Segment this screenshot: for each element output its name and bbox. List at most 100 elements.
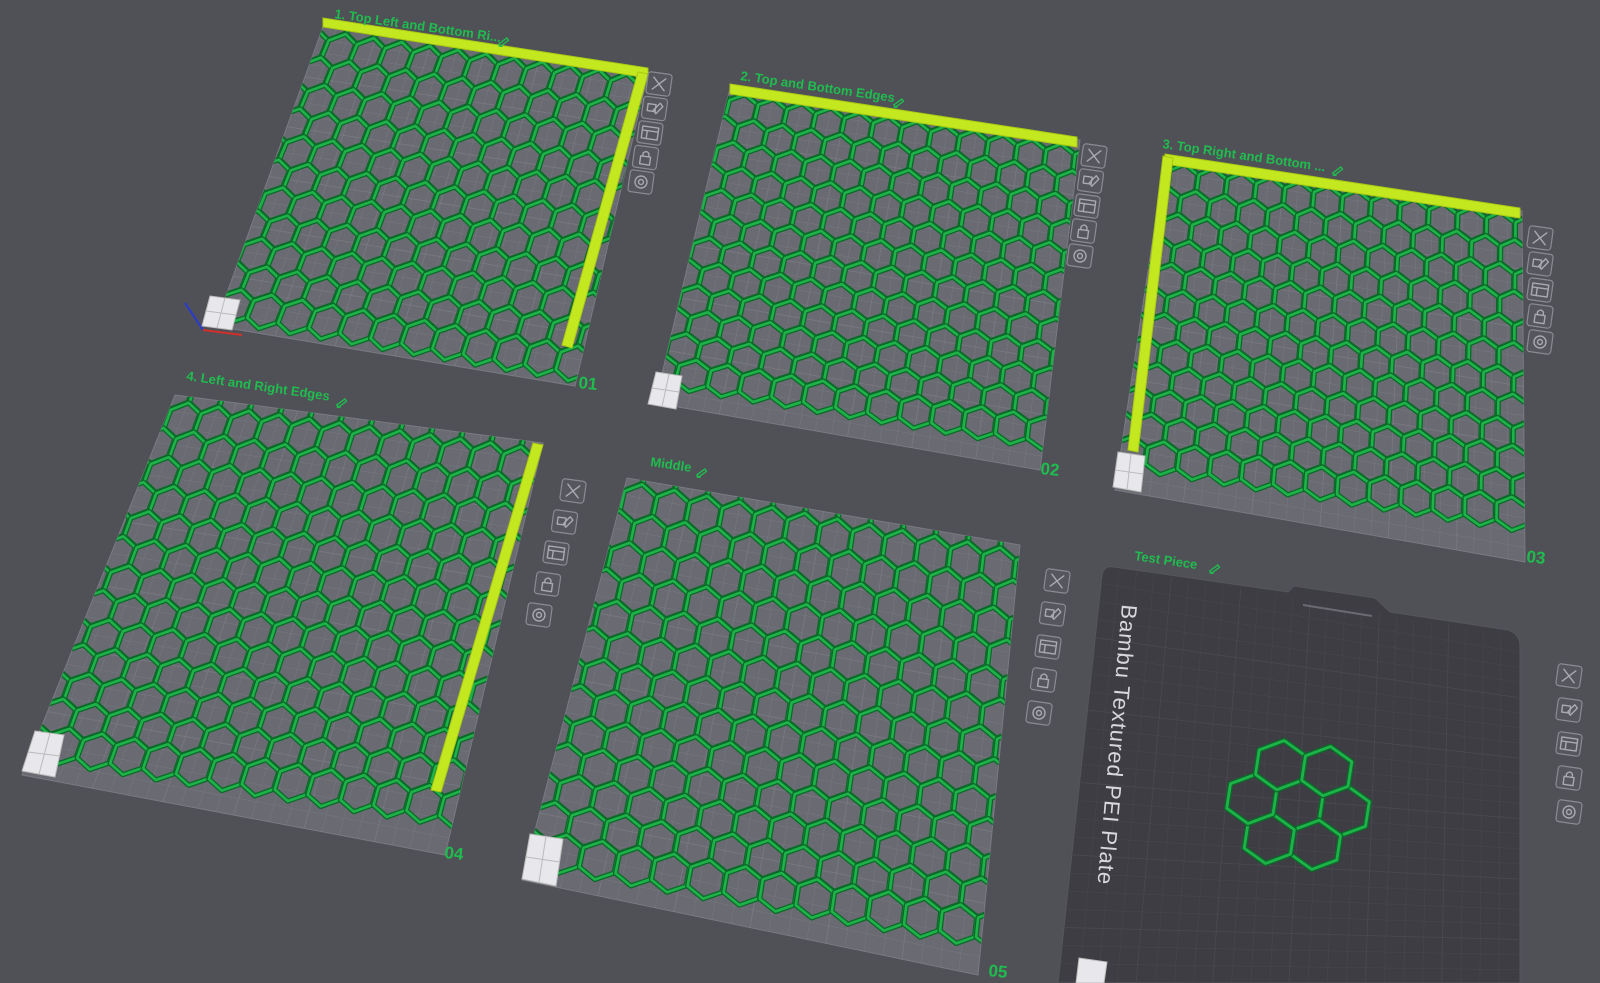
hex-cell xyxy=(1054,293,1080,332)
hex-cell-top xyxy=(1007,763,1020,806)
orient-plate-button[interactable] xyxy=(636,120,664,146)
hex-cell xyxy=(490,648,531,691)
hex-cell-top xyxy=(1001,823,1020,865)
lock-plate-button[interactable] xyxy=(1555,765,1583,791)
plate-settings-button[interactable] xyxy=(1066,243,1094,269)
plate-settings-button[interactable] xyxy=(1555,799,1583,825)
hex-cell-top xyxy=(995,882,1020,925)
hex-cell xyxy=(607,211,646,252)
delete-plate-button[interactable] xyxy=(645,71,673,97)
lock-plate-button[interactable] xyxy=(533,571,562,597)
hex-cell-top xyxy=(655,279,682,314)
arrange-plate-button[interactable] xyxy=(1076,168,1105,194)
plate-03[interactable]: 3. Top Right and Bottom ... 03 xyxy=(1102,136,1560,568)
plate-number: 04 xyxy=(444,843,465,864)
hex-cell xyxy=(656,230,695,267)
lock-plate-button[interactable] xyxy=(1526,303,1554,329)
plate-number: 03 xyxy=(1526,547,1547,568)
plate-04[interactable]: 4. Left and Right Edges 04 xyxy=(11,368,587,864)
plate-02[interactable]: 2. Top and Bottom Edges 02 xyxy=(634,68,1120,480)
delete-plate-button[interactable] xyxy=(1555,663,1583,689)
hex-cell-top xyxy=(670,184,706,218)
hex-cell xyxy=(655,326,671,363)
lock-plate-button[interactable] xyxy=(1029,667,1058,693)
delete-plate-button[interactable] xyxy=(1043,568,1071,594)
hex-cell-top xyxy=(608,212,645,251)
hex-cell-top xyxy=(993,730,1020,773)
hex-cell xyxy=(1067,320,1080,359)
plate-toolbar xyxy=(525,478,587,628)
hex-cell-top xyxy=(476,706,516,747)
orient-plate-button[interactable] xyxy=(1555,731,1583,757)
plate-settings-button[interactable] xyxy=(525,602,553,628)
arrange-plate-button[interactable] xyxy=(550,509,579,535)
orient-plate-button[interactable] xyxy=(1073,193,1101,219)
plate-settings-button[interactable] xyxy=(627,169,655,195)
plate-toolbar xyxy=(1526,225,1554,355)
edit-name-icon[interactable] xyxy=(1331,166,1344,177)
hex-cell-top xyxy=(1068,322,1080,358)
arrange-plate-button[interactable] xyxy=(640,95,669,122)
plate-01[interactable]: 1. Top Left and Bottom Ri... 01 xyxy=(184,6,688,394)
origin-marker xyxy=(521,833,564,887)
hex-cell xyxy=(1528,502,1559,536)
origin-marker xyxy=(1075,957,1108,983)
edit-name-icon[interactable] xyxy=(335,398,348,409)
hex-cell xyxy=(668,182,707,220)
lock-plate-button[interactable] xyxy=(631,144,660,171)
hex-cell xyxy=(655,278,683,315)
hex-cell xyxy=(552,424,586,461)
hex-cell xyxy=(1529,450,1559,484)
lock-plate-button[interactable] xyxy=(1069,218,1098,244)
delete-plate-button[interactable] xyxy=(559,478,587,504)
arrange-plate-button[interactable] xyxy=(1038,601,1067,627)
plate-05[interactable]: Middle 05 xyxy=(507,452,1071,982)
plate-settings-button[interactable] xyxy=(1025,700,1053,726)
hex-cell-top xyxy=(1529,450,1559,484)
edit-name-icon[interactable] xyxy=(1208,564,1221,575)
hex-cell xyxy=(1072,271,1080,309)
hex-cell xyxy=(1048,343,1080,381)
edit-name-icon[interactable] xyxy=(892,98,905,109)
hex-cell xyxy=(1034,526,1067,565)
orient-plate-button[interactable] xyxy=(1526,277,1554,303)
hex-cell-top xyxy=(1063,371,1080,407)
hex-cell-top xyxy=(1528,502,1559,536)
plate-settings-button[interactable] xyxy=(1526,329,1554,355)
plate-06[interactable]: Bambu Textured PEI Plate Test Piece xyxy=(1057,548,1583,983)
hex-cell-top xyxy=(461,763,501,804)
hex-cell-top xyxy=(1530,193,1558,227)
orient-plate-button[interactable] xyxy=(542,540,570,566)
plate-number: 02 xyxy=(1040,459,1061,480)
plate-title[interactable]: 4. Left and Right Edges xyxy=(186,368,331,403)
3d-viewport[interactable]: 1. Top Left and Bottom Ri... 01 2. Top a… xyxy=(0,0,1600,983)
delete-plate-button[interactable] xyxy=(1526,225,1554,251)
hex-cell-top xyxy=(552,424,586,461)
delete-plate-button[interactable] xyxy=(1080,143,1108,169)
plate-toolbar xyxy=(1025,568,1071,726)
plate-toolbar xyxy=(1555,663,1583,825)
hex-cell xyxy=(1061,370,1080,408)
orient-plate-button[interactable] xyxy=(1034,634,1062,660)
hex-cell-top xyxy=(491,649,530,690)
hex-cell-top xyxy=(1058,420,1080,456)
hex-cell-top xyxy=(1055,294,1080,330)
hex-cell xyxy=(1000,821,1020,867)
arrange-plate-button[interactable] xyxy=(1555,697,1583,723)
arrange-plate-button[interactable] xyxy=(1526,251,1554,277)
hex-cell xyxy=(1043,392,1080,430)
hex-cell xyxy=(1529,399,1559,433)
hex-cell-top xyxy=(1034,526,1067,565)
plate-title[interactable]: Middle xyxy=(650,454,693,475)
hex-cell xyxy=(1530,193,1558,227)
plate-title[interactable]: Test Piece xyxy=(1134,548,1199,572)
hex-cell xyxy=(1006,762,1020,807)
hex-cell xyxy=(475,705,517,748)
hex-cell-top xyxy=(655,327,670,362)
hex-cell-top xyxy=(1050,344,1080,380)
edit-name-icon[interactable] xyxy=(695,468,708,479)
hex-cell-top xyxy=(1529,399,1559,433)
hex-cell-top xyxy=(592,266,630,305)
origin-marker xyxy=(647,371,683,410)
hex-cell-top xyxy=(657,231,694,266)
